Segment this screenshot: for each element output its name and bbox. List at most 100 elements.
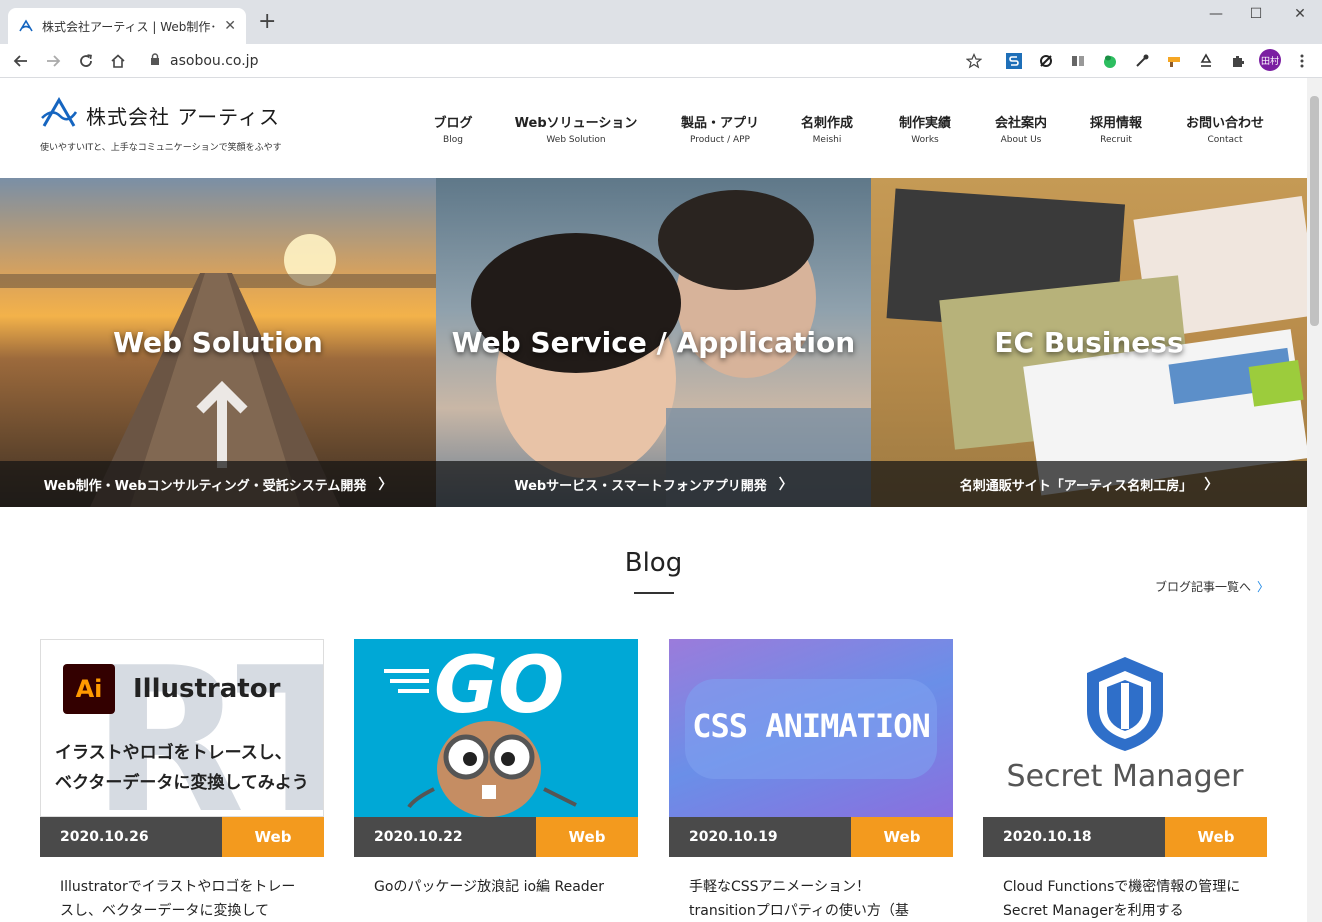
- hero-panel-web-solution[interactable]: Web Solution Web制作・Webコンサルティング・受託システム開発 …: [0, 178, 436, 507]
- recycle-icon[interactable]: [1197, 52, 1215, 70]
- home-icon[interactable]: [107, 50, 129, 72]
- global-nav: ブログ Blog Webソリューション Web Solution 製品・アプリ …: [420, 112, 1290, 145]
- card-thumbnail-go: GO: [354, 639, 638, 817]
- blog-card[interactable]: GO 2020.10.22 Web Goのパッケージ放浪記 io編 Reader: [354, 639, 638, 899]
- chevron-right-icon: 〉: [1204, 477, 1219, 493]
- url-text: asobou.co.jp: [170, 53, 259, 69]
- nav-item-web-solution[interactable]: Webソリューション Web Solution: [486, 112, 666, 145]
- forward-arrow-icon[interactable]: [42, 50, 64, 72]
- card-category: Web: [222, 817, 324, 857]
- card-date: 2020.10.18: [983, 817, 1165, 857]
- nav-label-en: Meishi: [812, 135, 842, 145]
- nav-item-recruit[interactable]: 採用情報 Recruit: [1072, 112, 1160, 145]
- thumb-heading: CSS ANIMATION: [692, 707, 930, 745]
- nav-item-contact[interactable]: お問い合わせ Contact: [1160, 112, 1290, 145]
- blog-list-link-label: ブログ記事一覧へ: [1155, 580, 1252, 594]
- extension-reader-icon[interactable]: [1069, 52, 1087, 70]
- heading-underline: [634, 592, 674, 594]
- scrollbar-thumb[interactable]: [1310, 96, 1319, 326]
- card-category: Web: [851, 817, 953, 857]
- close-window-button[interactable]: ✕: [1280, 6, 1320, 22]
- tab-close-icon[interactable]: ✕: [224, 18, 236, 34]
- nav-label-jp: 製品・アプリ: [680, 116, 759, 131]
- nav-label-en: Contact: [1207, 135, 1243, 145]
- thumb-heading: Secret Manager: [1006, 759, 1244, 794]
- nav-label-en: Works: [911, 135, 939, 145]
- hero-caption-bar: Webサービス・スマートフォンアプリ開発 〉: [436, 461, 871, 507]
- illustrator-badge-icon: Ai: [63, 664, 115, 714]
- thumb-line-1: イラストやロゴをトレースし、: [55, 743, 292, 763]
- logo-text: 株式会社 アーティス: [86, 104, 280, 129]
- nav-label-en: Recruit: [1100, 135, 1132, 145]
- hero-panel-ec-business[interactable]: EC Business 名刺通販サイト「アーティス名刺工房」 〉: [871, 178, 1307, 507]
- nav-item-works[interactable]: 制作実績 Works: [880, 112, 970, 145]
- card-meta: 2020.10.22 Web: [354, 817, 638, 857]
- nav-label-jp: お問い合わせ: [1185, 116, 1264, 131]
- extension-tag-icon[interactable]: [1165, 52, 1183, 70]
- evernote-icon[interactable]: [1101, 52, 1119, 70]
- nav-label-jp: 名刺作成: [800, 116, 853, 131]
- hero-panel-web-service[interactable]: Web Service / Application Webサービス・スマートフォ…: [436, 178, 871, 507]
- hero-title: Web Service / Application: [451, 326, 856, 359]
- nav-label-en: Web Solution: [546, 135, 606, 145]
- address-bar[interactable]: asobou.co.jp: [150, 50, 258, 72]
- chevron-right-icon: 〉: [1257, 580, 1270, 594]
- extensions-puzzle-icon[interactable]: [1229, 52, 1247, 70]
- profile-avatar[interactable]: 田村: [1259, 49, 1281, 71]
- hero-title: Web Solution: [113, 326, 323, 359]
- nav-label-jp: Webソリューション: [514, 116, 638, 131]
- nav-item-about[interactable]: 会社案内 About Us: [970, 112, 1072, 145]
- nav-item-blog[interactable]: ブログ Blog: [420, 112, 486, 145]
- blog-card[interactable]: RT Ai Illustrator イラストやロゴをトレースし、 ベクターデータ…: [40, 639, 324, 922]
- bookmark-star-icon[interactable]: [965, 52, 983, 70]
- nav-label-jp: ブログ: [433, 116, 473, 131]
- nav-label-en: About Us: [1000, 135, 1042, 145]
- nav-item-meishi[interactable]: 名刺作成 Meishi: [774, 112, 880, 145]
- browser-tab[interactable]: 株式会社アーティス | Web制作･シス ✕: [8, 8, 246, 44]
- card-date: 2020.10.19: [669, 817, 851, 857]
- site-logo[interactable]: 株式会社 アーティス: [40, 96, 280, 134]
- web-page: 株式会社 アーティス 使いやすいITと、上手なコミュニケーションで笑顔をふやす …: [0, 78, 1307, 922]
- card-thumbnail-css-animation: CSS ANIMATION: [669, 639, 953, 817]
- card-thumbnail-secret-manager: Secret Manager: [983, 639, 1267, 817]
- reload-icon[interactable]: [75, 50, 97, 72]
- chevron-right-icon: 〉: [378, 477, 393, 493]
- hero-title: EC Business: [994, 326, 1184, 359]
- eyedropper-icon[interactable]: [1133, 52, 1151, 70]
- artis-logo-icon: [40, 96, 78, 134]
- thumb-heading: Illustrator: [133, 674, 281, 704]
- card-category: Web: [536, 817, 638, 857]
- extension-link-icon[interactable]: [1037, 52, 1055, 70]
- blog-card[interactable]: Secret Manager 2020.10.18 Web Cloud Func…: [983, 639, 1267, 922]
- card-title: Cloud Functionsで機密情報の管理にSecret Managerを利…: [1003, 879, 1241, 919]
- site-tagline: 使いやすいITと、上手なコミュニケーションで笑顔をふやす: [40, 143, 282, 153]
- maximize-button[interactable]: ☐: [1236, 6, 1276, 22]
- extension-s-icon[interactable]: [1005, 52, 1023, 70]
- thumb-line-2: ベクターデータに変換してみよう: [55, 773, 309, 793]
- hero-caption: Web制作・Webコンサルティング・受託システム開発: [43, 478, 367, 494]
- hero-caption-bar: Web制作・Webコンサルティング・受託システム開発 〉: [0, 461, 436, 507]
- hero-caption-bar: 名刺通販サイト「アーティス名刺工房」 〉: [871, 461, 1307, 507]
- chevron-right-icon: 〉: [778, 477, 793, 493]
- nav-item-product[interactable]: 製品・アプリ Product / APP: [666, 112, 774, 145]
- card-title: Goのパッケージ放浪記 io編 Reader: [374, 879, 605, 895]
- tab-title: 株式会社アーティス | Web制作･シス: [42, 19, 217, 34]
- back-arrow-icon[interactable]: [10, 50, 32, 72]
- minimize-button[interactable]: —: [1196, 6, 1236, 22]
- blog-card[interactable]: CSS ANIMATION 2020.10.19 Web 手軽なCSSアニメーシ…: [669, 639, 953, 922]
- thumb-heading: GO: [434, 641, 565, 731]
- page-scrollbar[interactable]: [1307, 78, 1322, 922]
- nav-label-jp: 会社案内: [994, 116, 1047, 131]
- blog-list-link[interactable]: ブログ記事一覧へ〉: [1155, 578, 1269, 595]
- hero-caption: 名刺通販サイト「アーティス名刺工房」: [959, 478, 1193, 494]
- new-tab-button[interactable]: +: [258, 10, 276, 34]
- nav-label-en: Product / APP: [690, 135, 750, 145]
- card-category: Web: [1165, 817, 1267, 857]
- browser-toolbar: asobou.co.jp: [0, 44, 1322, 78]
- nav-label-jp: 採用情報: [1089, 116, 1142, 131]
- browser-menu-icon[interactable]: [1293, 52, 1311, 70]
- nav-label-jp: 制作実績: [898, 116, 951, 131]
- card-title: 手軽なCSSアニメーション！ transitionプロパティの使い方（基: [689, 879, 909, 919]
- card-date: 2020.10.26: [40, 817, 222, 857]
- hero-banner: Web Solution Web制作・Webコンサルティング・受託システム開発 …: [0, 178, 1307, 507]
